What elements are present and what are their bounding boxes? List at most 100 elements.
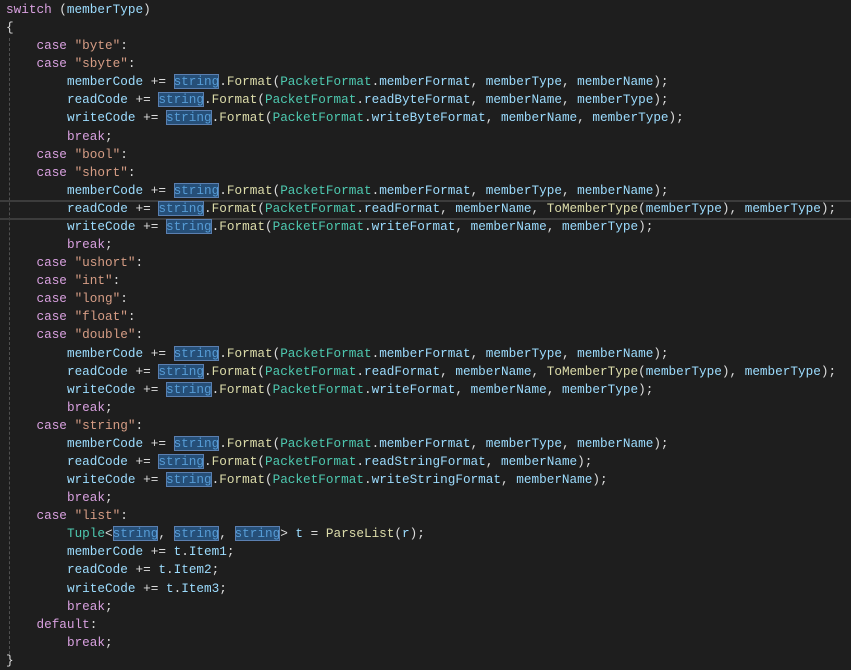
code-token: +=: [135, 218, 166, 234]
highlighted-reference: string: [173, 435, 220, 451]
code-token: memberName: [577, 182, 654, 198]
code-token: {: [6, 20, 14, 36]
code-line[interactable]: writeCode += string.Format(PacketFormat.…: [67, 109, 684, 127]
code-line[interactable]: writeCode += string.Format(PacketFormat.…: [67, 381, 653, 399]
code-token: readFormat: [363, 200, 441, 216]
code-token: switch: [6, 2, 52, 17]
code-token: +=: [135, 110, 166, 126]
code-line[interactable]: case "long":: [36, 290, 127, 308]
code-token: break: [66, 237, 106, 253]
code-line[interactable]: readCode += string.Format(PacketFormat.r…: [67, 363, 836, 381]
code-token: );: [668, 110, 684, 126]
code-token: Format: [226, 345, 273, 361]
code-token: writeStringFormat: [371, 472, 502, 488]
code-token: memberType: [485, 74, 562, 90]
code-token: +=: [127, 363, 159, 379]
code-line[interactable]: case "int":: [36, 272, 120, 290]
code-token: "sbyte": [74, 56, 128, 72]
code-line[interactable]: case "byte":: [36, 37, 127, 55]
code-token: memberType: [592, 110, 669, 126]
code-token: .: [204, 454, 212, 469]
code-token: Format: [226, 182, 273, 198]
code-line[interactable]: memberCode += string.Format(PacketFormat…: [67, 73, 669, 91]
code-token: ,: [219, 526, 235, 542]
code-token: (: [264, 218, 273, 234]
code-token: break: [66, 490, 106, 506]
code-token: ;: [105, 490, 113, 506]
code-token: memberFormat: [379, 182, 471, 198]
code-token: ,: [561, 74, 578, 90]
code-line[interactable]: case "sbyte":: [36, 55, 135, 73]
code-token: ,: [440, 200, 456, 216]
code-line[interactable]: readCode += string.Format(PacketFormat.r…: [67, 91, 669, 109]
code-line[interactable]: readCode += string.Format(PacketFormat.r…: [67, 200, 836, 218]
code-line[interactable]: break;: [67, 399, 113, 417]
code-token: readStringFormat: [363, 454, 486, 469]
code-line[interactable]: readCode += string.Format(PacketFormat.r…: [67, 453, 592, 471]
code-line[interactable]: memberCode += t.Item1;: [67, 543, 235, 561]
code-token: PacketFormat: [264, 92, 357, 108]
code-line[interactable]: switch (memberType): [6, 1, 151, 19]
code-line[interactable]: }: [6, 652, 14, 670]
code-token: case: [36, 417, 67, 433]
code-token: ,: [470, 435, 486, 451]
code-line[interactable]: default:: [36, 616, 97, 634]
code-line[interactable]: break;: [67, 634, 113, 652]
code-line[interactable]: Tuple<string, string, string> t = ParseL…: [67, 525, 425, 543]
code-token: ,: [546, 381, 562, 397]
code-token: :: [127, 164, 136, 180]
code-line[interactable]: case "short":: [36, 164, 135, 182]
code-token: memberType: [485, 182, 562, 198]
code-line[interactable]: case "list":: [36, 507, 127, 525]
code-line[interactable]: case "bool":: [36, 146, 127, 164]
code-token: (: [264, 381, 273, 397]
code-line[interactable]: memberCode += string.Format(PacketFormat…: [67, 435, 669, 453]
code-token: .: [219, 74, 227, 90]
code-token: (: [51, 2, 67, 17]
highlighted-reference: string: [173, 345, 220, 361]
code-token: =: [303, 526, 326, 542]
code-line[interactable]: break;: [67, 598, 113, 616]
code-token: (: [264, 472, 273, 488]
code-line[interactable]: case "float":: [36, 308, 135, 326]
code-line[interactable]: break;: [67, 128, 113, 146]
code-token: +=: [127, 92, 159, 108]
code-token: );: [653, 182, 669, 198]
code-line[interactable]: writeCode += string.Format(PacketFormat.…: [67, 218, 653, 236]
code-token: memberName: [577, 435, 654, 451]
code-line[interactable]: break;: [67, 236, 113, 254]
code-token: ,: [561, 435, 578, 451]
code-token: ,: [546, 218, 562, 234]
code-token: PacketFormat: [280, 182, 372, 198]
code-token: writeFormat: [371, 381, 456, 397]
code-token: PacketFormat: [272, 218, 364, 234]
code-token: memberType: [645, 363, 722, 379]
code-editor[interactable]: switch (memberType){case "byte": case "sb…: [0, 0, 851, 669]
code-token: (: [264, 110, 273, 126]
code-token: "float": [74, 309, 128, 325]
code-token: (: [257, 200, 265, 216]
code-token: .: [356, 200, 364, 216]
code-line[interactable]: case "string":: [36, 417, 143, 435]
code-line[interactable]: writeCode += t.Item3;: [67, 580, 227, 598]
code-token: ;: [105, 634, 113, 650]
highlighted-reference: string: [158, 92, 205, 108]
code-token: memberType: [744, 200, 821, 216]
code-line[interactable]: {: [6, 19, 14, 37]
code-line[interactable]: case "double":: [36, 326, 143, 344]
code-line[interactable]: readCode += t.Item2;: [67, 561, 219, 579]
code-line[interactable]: break;: [67, 489, 113, 507]
code-token: memberFormat: [379, 74, 471, 90]
code-token: (: [638, 200, 646, 216]
code-token: ,: [470, 74, 486, 90]
code-line[interactable]: case "ushort":: [36, 254, 143, 272]
code-token: case: [36, 38, 67, 54]
code-token: :: [89, 616, 98, 632]
code-line[interactable]: writeCode += string.Format(PacketFormat.…: [67, 471, 608, 489]
code-token: +=: [135, 472, 166, 488]
code-line[interactable]: memberCode += string.Format(PacketFormat…: [67, 182, 669, 200]
code-line[interactable]: memberCode += string.Format(PacketFormat…: [67, 345, 669, 363]
code-token: writeCode: [66, 580, 136, 596]
code-token: memberType: [66, 2, 144, 17]
